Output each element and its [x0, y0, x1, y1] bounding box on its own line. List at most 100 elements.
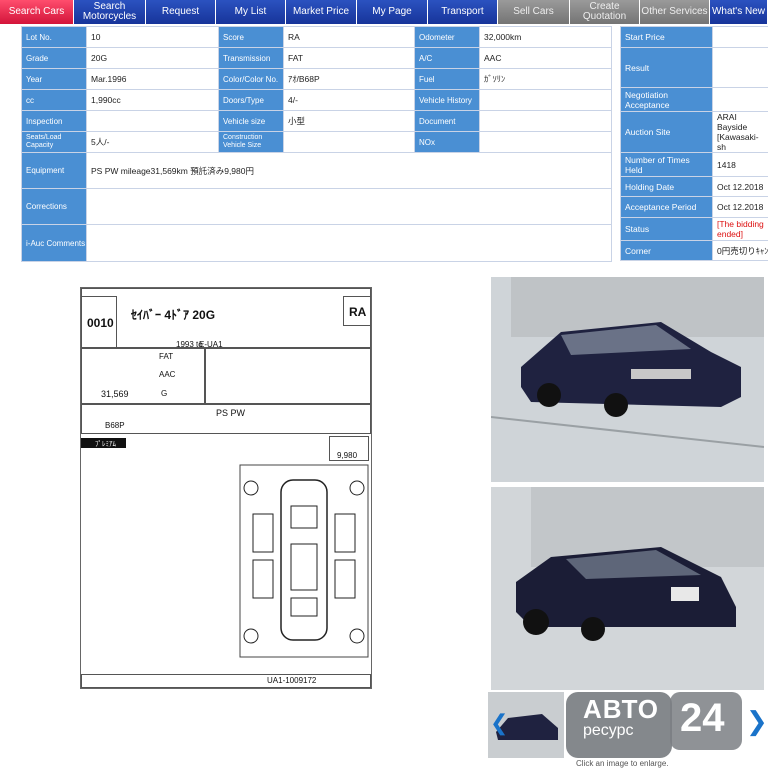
year-value: Mar.1996	[86, 68, 219, 90]
equipment-value: PS PW mileage31,569km 預託済み9,980円	[86, 152, 612, 189]
sheet-premium: ﾌﾟﾚﾐｱﾑ	[95, 441, 116, 448]
sheet-footer-box	[81, 674, 371, 688]
nav-my-page[interactable]: My Page	[357, 0, 428, 24]
vehicle-info-table: Lot No. 10 Score RA Odometer 32,000km Gr…	[21, 26, 612, 262]
sheet-chassis: UA1-1009172	[267, 676, 317, 685]
cc-value: 1,990cc	[86, 89, 219, 111]
score-label: Score	[218, 26, 284, 48]
cc-label: cc	[21, 89, 87, 111]
vehicle-history-value	[479, 89, 612, 111]
vehicle-size-value: 小型	[283, 110, 415, 132]
color-label: Color/Color No.	[218, 68, 284, 90]
corrections-value	[86, 188, 612, 225]
holding-date-value: Oct 12.2018	[712, 176, 768, 197]
car-front-photo[interactable]	[491, 277, 764, 482]
top-nav: Search Cars Search Motorcycles Request M…	[0, 0, 768, 24]
fuel-value: ｶﾞｿﾘﾝ	[479, 68, 612, 90]
car-rear-photo[interactable]	[491, 487, 764, 690]
sheet-spec-box	[81, 348, 205, 404]
corner-label: Corner	[620, 240, 713, 261]
prev-arrow-icon[interactable]: ❮	[490, 710, 508, 736]
sheet-header-box	[81, 288, 371, 348]
acceptance-period-label: Acceptance Period	[620, 196, 713, 218]
nox-label: NOx	[414, 131, 480, 153]
doors-label: Doors/Type	[218, 89, 284, 111]
enlarge-caption: Click an image to enlarge.	[576, 759, 669, 768]
year-label: Year	[21, 68, 87, 90]
nav-create-quotation[interactable]: Create Quotation	[570, 0, 640, 24]
ac-label: A/C	[414, 47, 480, 69]
transmission-value: FAT	[283, 47, 415, 69]
doors-value: 4/-	[283, 89, 415, 111]
construction-value	[283, 131, 415, 153]
seats-value: 5人/-	[86, 131, 219, 153]
start-price-value	[712, 26, 768, 48]
negotiation-label: Negotiation Acceptance	[620, 87, 713, 112]
odometer-value: 32,000km	[479, 26, 612, 48]
sheet-km: 31,569	[101, 389, 129, 399]
corner-value: 0円売切りｷｬﾝ	[712, 240, 768, 261]
lot-no-value: 10	[86, 26, 219, 48]
watermark-digits: 24	[680, 696, 725, 740]
result-label: Result	[620, 47, 713, 88]
sheet-model: ｾｲﾊﾞｰ 4ﾄﾞｱ 20G	[131, 308, 216, 322]
color-value: ｱｵ/B68P	[283, 68, 415, 90]
document-value	[479, 110, 612, 132]
sheet-equipment: PS PW	[216, 408, 246, 418]
score-value: RA	[283, 26, 415, 48]
sheet-lot: 0010	[87, 316, 114, 330]
watermark-subtext: ресурс	[583, 722, 634, 739]
nav-my-list[interactable]: My List	[216, 0, 286, 24]
corrections-label: Corrections	[21, 188, 87, 225]
equipment-label: Equipment	[21, 152, 87, 189]
vehicle-size-label: Vehicle size	[218, 110, 284, 132]
sheet-shift: FAT	[159, 352, 174, 361]
thumbnail-strip: АВТО ресурс 24 ❯ ❮	[488, 692, 768, 758]
sheet-score: RA	[349, 305, 367, 319]
transmission-label: Transmission	[218, 47, 284, 69]
inspection-value	[86, 110, 219, 132]
construction-label: Construction Vehicle Size	[218, 131, 284, 153]
nav-transport[interactable]: Transport	[428, 0, 498, 24]
times-held-value: 1418	[712, 152, 768, 177]
auction-info-table: Start Price Result Negotiation Acceptanc…	[620, 26, 768, 261]
sheet-ac: AAC	[159, 370, 176, 379]
car-damage-diagram	[239, 464, 369, 658]
watermark-text: АВТО	[583, 694, 660, 724]
grade-value: 20G	[86, 47, 219, 69]
document-label: Document	[414, 110, 480, 132]
iauc-comments-label: i-Auc Comments	[21, 224, 87, 262]
auction-site-value: ARAI Bayside [Kawasaki-sh	[712, 111, 768, 153]
sheet-sales-point-box	[205, 348, 371, 404]
nav-request[interactable]: Request	[146, 0, 216, 24]
auction-site-label: Auction Site	[620, 111, 713, 153]
vehicle-history-label: Vehicle History	[414, 89, 480, 111]
times-held-label: Number of Times Held	[620, 152, 713, 177]
ac-value: AAC	[479, 47, 612, 69]
result-value	[712, 47, 768, 88]
nav-search-cars[interactable]: Search Cars	[0, 0, 74, 24]
inspection-label: Inspection	[21, 110, 87, 132]
fuel-label: Fuel	[414, 68, 480, 90]
nav-sell-cars[interactable]: Sell Cars	[498, 0, 570, 24]
grade-label: Grade	[21, 47, 87, 69]
iauc-comments-value	[86, 224, 612, 262]
odometer-label: Odometer	[414, 26, 480, 48]
sheet-color: B68P	[105, 421, 125, 430]
nox-value	[479, 131, 612, 153]
nav-whats-new[interactable]: What's New	[710, 0, 768, 24]
next-arrow-icon[interactable]: ❯	[746, 706, 768, 737]
nav-market-price[interactable]: Market Price	[286, 0, 357, 24]
nav-search-motorcycles[interactable]: Search Motorcycles	[74, 0, 146, 24]
status-label: Status	[620, 217, 713, 241]
holding-date-label: Holding Date	[620, 176, 713, 197]
auction-sheet-image[interactable]: 0010 ｾｲﾊﾞｰ 4ﾄﾞｱ 20G RA 1993 to E-UA1 FAT…	[80, 287, 372, 689]
lot-no-label: Lot No.	[21, 26, 87, 48]
start-price-label: Start Price	[620, 26, 713, 48]
status-value: [The bidding ended]	[712, 217, 768, 241]
sheet-recycle: 9,980	[337, 451, 358, 460]
sheet-grade: G	[161, 389, 168, 398]
negotiation-value	[712, 87, 768, 112]
seats-label: Seats/Load Capacity	[21, 131, 87, 153]
nav-other-services[interactable]: Other Services	[640, 0, 710, 24]
